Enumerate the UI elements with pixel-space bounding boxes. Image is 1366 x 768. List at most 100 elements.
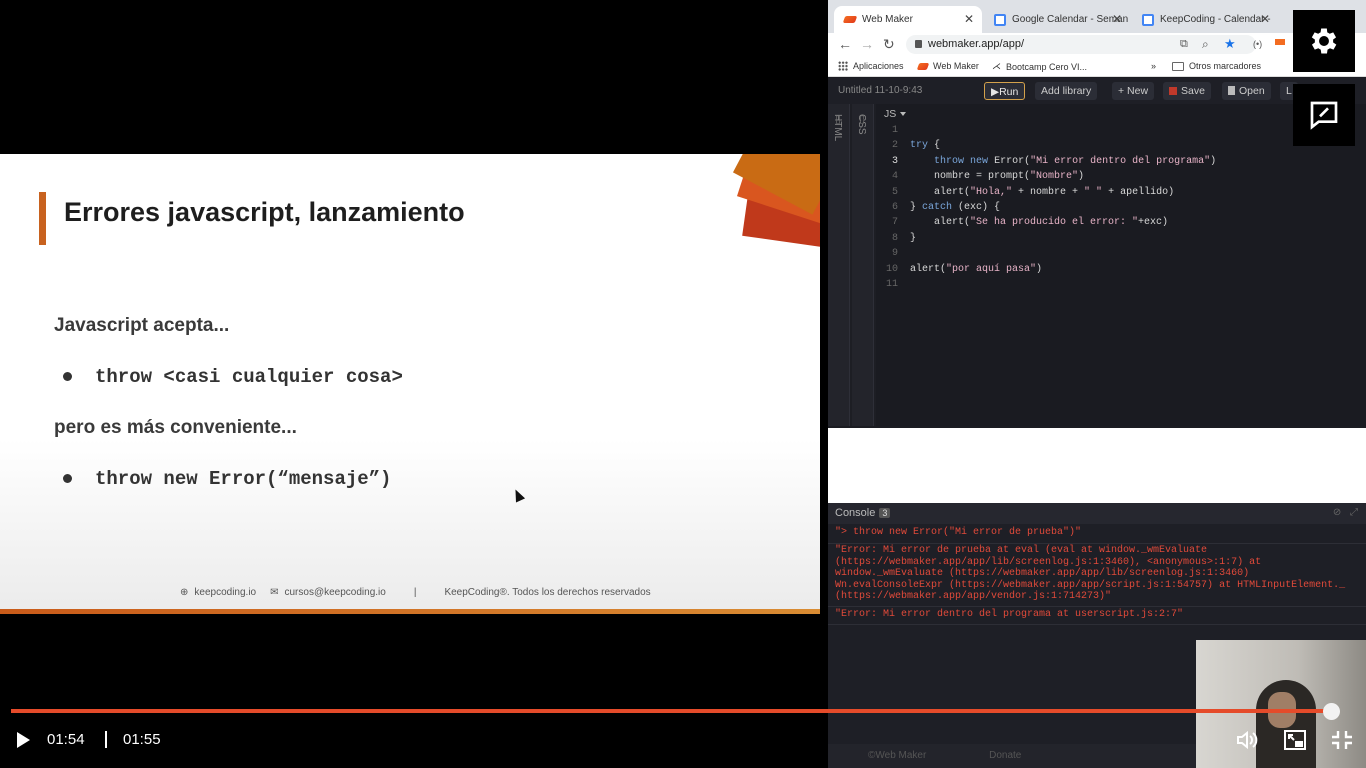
code-text: throw new Error("Mi error dentro del pro… [934,155,1217,167]
back-icon[interactable]: ← [838,36,852,52]
bookmark-star-icon[interactable]: ★ [1224,36,1236,52]
bullet-icon [63,372,72,381]
footer-rights: KeepCoding®. Todos los derechos reservad… [444,587,651,598]
webmaker-favicon-icon [916,62,930,70]
line-number: 4 [891,171,898,183]
close-tab-icon[interactable]: ✕ [964,12,974,26]
braces-icon[interactable]: {} [859,114,865,416]
code-line[interactable]: 8} [876,231,1366,246]
bookmark-bootcamp[interactable]: ⋌ Bootcamp Cero VI... [992,61,1087,72]
line-number: 6 [891,201,898,213]
code-text: alert("Se ha producido el error: "+exc) [910,217,1169,229]
play-icon[interactable] [17,732,30,748]
slide-footer: ⊕ keepcoding.io ✉ cursos@keepcoding.io |… [180,587,651,598]
settings-button[interactable] [1293,10,1355,72]
footer-site: keepcoding.io [194,587,257,598]
run-button[interactable]: ▶Run [984,82,1026,100]
presentation-slide: Errores javascript, lanzamiento Javascri… [0,154,820,614]
close-tab-icon[interactable]: ✕ [1260,12,1270,26]
code-line[interactable]: 4 nombre = prompt("Nombre") [876,169,1366,184]
console-log-entry: "> throw new Error("Mi error de prueba")… [835,527,1082,538]
divider [828,624,1366,625]
project-title[interactable]: Untitled 11-10-9:43 [838,85,922,96]
webmaker-toolbar: Untitled 11-10-9:43 ▶Run Add library + N… [828,78,1366,104]
picture-in-picture-icon[interactable] [1283,729,1307,751]
slide-line-2: pero es más conveniente... [54,417,297,438]
tab-google-calendar[interactable]: Google Calendar - Seman ✕ [984,6,1130,33]
js-editor[interactable]: JS 1 2 try {3 throw new Error("Mi error de… [876,104,1366,426]
code-line[interactable]: 7 alert("Se ha producido el error: "+exc… [876,215,1366,230]
code-line[interactable]: 3 throw new Error("Mi error dentro del p… [876,154,1366,169]
new-button[interactable]: + New [1112,82,1155,100]
exit-fullscreen-icon[interactable] [1330,729,1354,751]
bookmarks-overflow-button[interactable]: » [1151,61,1156,71]
tab-webmaker[interactable]: Web Maker ✕ [834,6,982,33]
css-pane-collapsed[interactable]: CSS {} [852,104,874,426]
expand-icon[interactable]: ⤢ [1350,507,1358,518]
bookmark-label: Bootcamp Cero VI... [1006,61,1088,72]
document-icon [1228,86,1235,95]
feedback-icon [1310,101,1338,130]
donate-link[interactable]: Donate [989,750,1021,761]
line-number: 2 [891,140,898,152]
url-text: webmaker.app/app/ [928,38,1025,50]
reload-icon[interactable]: ↻ [883,36,895,53]
status-brand[interactable]: ©Web Maker [868,750,926,761]
feedback-button[interactable] [1293,84,1355,146]
address-bar-row: ← → ↻ webmaker.app/app/ ⧉ ⌕ ★ (•) [828,33,1366,57]
extension-icon[interactable]: (•) [1253,39,1262,49]
console-title: Console [835,507,876,519]
title-accent-bar [39,192,46,245]
line-number: 9 [891,248,898,260]
gear-icon [1311,28,1337,54]
progress-bar[interactable] [11,709,1331,713]
mail-icon: ✉ [270,587,279,598]
code-text: } [910,232,917,244]
console-actions: ⊘ ⤢ [1333,507,1358,518]
bookmark-apps[interactable]: Aplicaciones [838,61,904,71]
mouse-cursor-icon [510,487,526,503]
folder-icon [1172,61,1184,71]
volume-icon[interactable] [1235,729,1259,751]
js-pane-label[interactable]: JS [884,108,906,120]
code-text: try { [910,140,941,152]
webmaker-extension-icon[interactable] [1275,39,1285,45]
translate-icon[interactable]: ⧉ [1180,38,1188,51]
tab-bar: Web Maker ✕ Google Calendar - Seman ✕ Ke… [828,0,1366,33]
forward-icon[interactable]: → [860,36,874,52]
webmaker-favicon-icon [842,16,858,23]
add-library-button[interactable]: Add library [1035,82,1098,100]
console-header[interactable]: Console 3 ⊘ ⤢ [828,503,1366,524]
lock-icon [915,40,922,48]
tab-keepcoding-calendar[interactable]: KeepCoding - Calendar - ✕ [1132,6,1278,33]
code-line[interactable]: 9 [876,246,1366,261]
console-log-entry: "Error: Mi error dentro del programa at … [835,609,1184,620]
bootcamp-icon: ⋌ [992,61,1001,71]
open-button[interactable]: Open [1222,82,1271,100]
tab-label: KeepCoding - Calendar - [1160,14,1271,25]
clear-console-icon[interactable]: ⊘ [1333,507,1341,518]
html-pane-collapsed[interactable]: HTML {} [828,104,850,426]
code-line[interactable]: 5 alert("Hola," + nombre + " " + apellid… [876,185,1366,200]
globe-icon: ⊕ [180,587,189,598]
bookmark-label: Otros marcadores [1189,61,1262,71]
progress-handle[interactable] [1323,703,1340,720]
divider [828,606,1366,607]
slide-title: Errores javascript, lanzamiento [64,197,465,227]
save-button[interactable]: Save [1163,82,1211,100]
code-line[interactable]: 6} catch (exc) { [876,200,1366,215]
code-text: alert("por aquí pasa") [910,263,1043,275]
bookmark-webmaker[interactable]: Web Maker [916,61,979,71]
time-separator [105,731,107,748]
duration: 01:55 [123,731,161,748]
bookmark-other-folder[interactable]: Otros marcadores [1172,61,1261,71]
close-tab-icon[interactable]: ✕ [1112,12,1122,26]
zoom-icon[interactable]: ⌕ [1202,37,1209,52]
code-editor[interactable]: 1 2 try {3 throw new Error("Mi error dentr… [876,123,1366,292]
bookmark-label: Aplicaciones [853,61,904,71]
footer-email: cursos@keepcoding.io [284,587,386,598]
code-line[interactable]: 11 [876,277,1366,292]
code-line[interactable]: 10 alert("por aquí pasa") [876,262,1366,277]
braces-icon[interactable]: {} [835,114,841,416]
slide-bullet-2: throw new Error(“mensaje”) [95,468,392,490]
